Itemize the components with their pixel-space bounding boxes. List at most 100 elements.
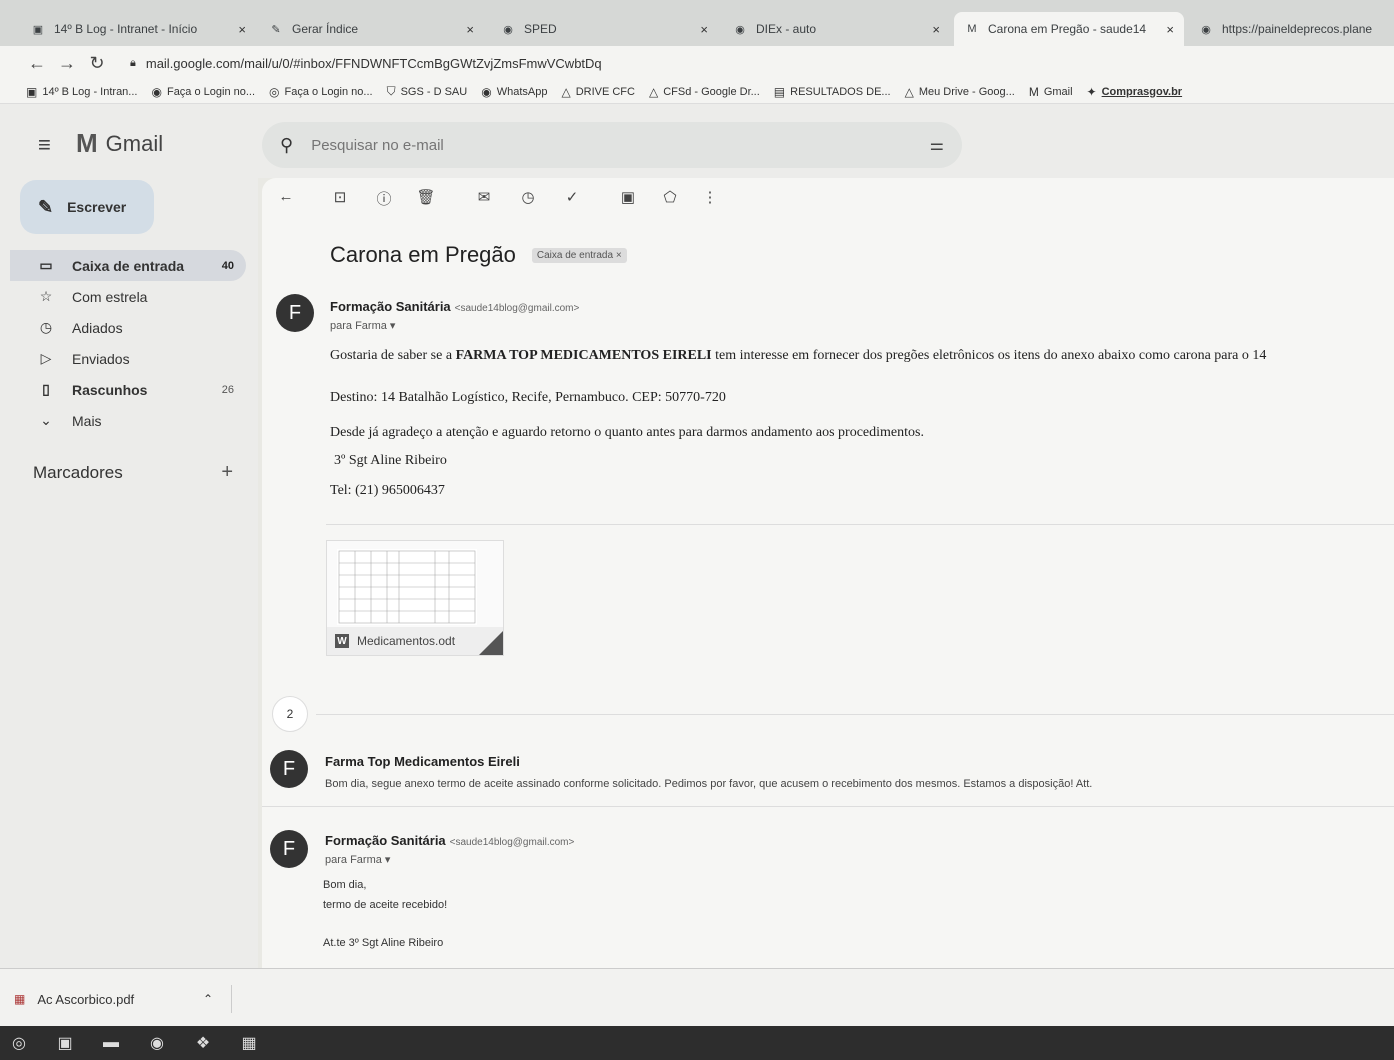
search-options-icon[interactable]: ⚌	[930, 135, 944, 155]
report-spam-icon[interactable]: ⓘ	[374, 188, 394, 209]
gmail-m-icon: M	[76, 128, 98, 158]
bookmark-meu-drive[interactable]: △ Meu Drive - Goog...	[905, 85, 1015, 99]
tab-painel-de-precos[interactable]: ◉ https://paineldeprecos.plane	[1188, 12, 1394, 46]
star-icon: ☆	[39, 288, 53, 304]
bookmark-comprasgov[interactable]: ✦ Comprasgov.br	[1087, 85, 1183, 99]
chevron-up-icon[interactable]: ⌃	[203, 992, 213, 1006]
search-input[interactable]	[311, 136, 872, 154]
attachment-preview-thumbnail	[337, 549, 477, 625]
add-task-icon[interactable]: ✓	[562, 188, 582, 206]
back-to-inbox-icon[interactable]: ←	[276, 188, 296, 205]
attachment-divider	[326, 524, 1394, 525]
download-item[interactable]: ▦ Ac Ascorbico.pdf ⌃	[14, 985, 232, 1013]
delete-icon[interactable]: 🗑︎	[416, 188, 436, 206]
sender-name[interactable]: Formação Sanitária <saude14blog@gmail.com…	[325, 833, 574, 848]
tab-close-icon[interactable]: ×	[466, 22, 474, 37]
app-icon[interactable]: ❖	[190, 1031, 216, 1055]
bookmark-drive-cfc[interactable]: △ DRIVE CFC	[561, 85, 635, 99]
tab-diex[interactable]: ◉ DIEx - auto ×	[722, 12, 950, 46]
attachment-card[interactable]: W Medicamentos.odt	[326, 540, 504, 656]
globe-icon: ◉	[151, 84, 162, 99]
message-paragraph: Gostaria de saber se a FARMA TOP MEDICAM…	[330, 348, 1267, 363]
message-toolbar: ← ⊡ ⓘ 🗑︎ ✉ ◷ ✓ ▣ ⬠ ⋮	[262, 188, 1394, 212]
message-line: Bom dia,	[323, 879, 367, 891]
tab-intranet[interactable]: ▣ 14º B Log - Intranet - Início ×	[20, 12, 256, 46]
terminal-icon[interactable]: ▣	[52, 1031, 78, 1055]
bookmark-sgs[interactable]: ⛉ SGS - D SAU	[387, 84, 468, 99]
word-document-icon: W	[335, 634, 349, 648]
more-options-icon[interactable]: ⋮	[700, 188, 720, 206]
search-icon[interactable]: ⚲	[280, 135, 293, 156]
sidebar-item-sent[interactable]: ▷ Enviados	[10, 343, 246, 374]
reload-icon[interactable]: ↻	[82, 53, 112, 74]
message-snippet[interactable]: Bom dia, segue anexo termo de aceite ass…	[325, 778, 1092, 790]
inbox-icon: ▭	[39, 257, 53, 273]
bookmark-cfsd[interactable]: △ CFSd - Google Dr...	[649, 85, 760, 99]
forward-arrow-icon[interactable]: →	[52, 53, 82, 74]
drafts-count: 26	[221, 383, 234, 396]
clock-icon: ◷	[39, 319, 53, 335]
document-icon: ▤	[773, 84, 786, 99]
bookmark-intranet[interactable]: ▣ 14º B Log - Intran...	[26, 85, 137, 99]
sender-avatar: F	[270, 830, 308, 868]
snooze-icon[interactable]: ◷	[518, 188, 538, 206]
bookmarks-bar: ▣ 14º B Log - Intran... ◉ Faça o Login no.…	[0, 80, 1394, 104]
sender-name[interactable]: Farma Top Medicamentos Eireli	[325, 754, 520, 769]
sidebar-item-more[interactable]: ⌄ Mais	[10, 405, 246, 436]
tab-close-icon[interactable]: ×	[238, 22, 246, 37]
back-arrow-icon[interactable]: ←	[22, 53, 52, 74]
recipient-dropdown[interactable]: para Farma ▾	[325, 853, 390, 866]
bookmark-gmail[interactable]: M Gmail	[1029, 85, 1073, 99]
tab-gerar-indice[interactable]: ✎ Gerar Índice ×	[258, 12, 484, 46]
message-signature: At.te 3º Sgt Aline Ribeiro	[323, 937, 444, 949]
move-to-icon[interactable]: ▣	[618, 188, 638, 206]
globe-favicon-icon: ◉	[1201, 23, 1211, 36]
sidebar-item-drafts[interactable]: ▯ Rascunhos 26	[10, 374, 246, 405]
sidebar: ✎ Escrever ▭ Caixa de entrada 40 ☆ Com e…	[0, 178, 258, 968]
tab-close-icon[interactable]: ×	[700, 22, 708, 37]
recipient-dropdown[interactable]: para Farma ▾	[330, 319, 395, 332]
start-menu-icon[interactable]: ◎	[6, 1031, 32, 1055]
sidebar-item-inbox[interactable]: ▭ Caixa de entrada 40	[10, 250, 246, 281]
collapsed-divider	[316, 714, 1394, 715]
pencil-icon: ✎	[38, 196, 54, 217]
folder-icon[interactable]: ▬	[98, 1031, 124, 1055]
sender-name[interactable]: Formação Sanitária <saude14blog@gmail.com…	[330, 299, 579, 314]
sidebar-item-snoozed[interactable]: ◷ Adiados	[10, 312, 246, 343]
bookmark-resultados[interactable]: ▤ RESULTADOS DE...	[774, 85, 891, 99]
bookmark-favicon-icon: ▣	[26, 84, 38, 99]
draft-icon: ▯	[42, 381, 50, 397]
message-signature: 3º Sgt Aline Ribeiro	[334, 453, 447, 468]
compose-button[interactable]: ✎ Escrever	[20, 180, 154, 234]
gmail-logo[interactable]: M Gmail	[76, 128, 163, 159]
attachment-name-bar: W Medicamentos.odt	[327, 627, 503, 655]
drive-icon: △	[648, 84, 659, 99]
message-phone: Tel: (21) 965006437	[330, 483, 445, 498]
thread-subject: Carona em Pregão Caixa de entrada ×	[330, 242, 627, 268]
globe-icon: ◉	[481, 84, 492, 99]
bookmark-login-2[interactable]: ◎ Faça o Login no...	[269, 85, 373, 99]
bookmark-login-1[interactable]: ◉ Faça o Login no...	[151, 85, 255, 99]
bookmark-whatsapp[interactable]: ◉ WhatsApp	[481, 85, 547, 99]
address-bar: ← → ↻ 🔒︎ mail.google.com/mail/u/0/#inbox…	[0, 46, 1394, 80]
tab-close-icon[interactable]: ×	[932, 22, 940, 37]
url-field[interactable]: 🔒︎ mail.google.com/mail/u/0/#inbox/FFNDW…	[130, 56, 602, 71]
tab-sped[interactable]: ◉ SPED ×	[490, 12, 718, 46]
collapsed-messages-count[interactable]: 2	[272, 696, 308, 732]
calculator-icon[interactable]: ▦	[236, 1031, 262, 1055]
drive-icon: △	[904, 84, 914, 99]
browser-icon[interactable]: ◉	[144, 1031, 170, 1055]
label-icon[interactable]: ⬠	[660, 188, 680, 206]
hamburger-menu-icon[interactable]: ≡	[38, 132, 51, 158]
tab-close-icon[interactable]: ×	[1166, 22, 1174, 37]
sidebar-item-starred[interactable]: ☆ Com estrela	[10, 281, 246, 312]
archive-icon[interactable]: ⊡	[330, 188, 350, 206]
mark-unread-icon[interactable]: ✉	[474, 188, 494, 206]
intranet-favicon-icon: ▣	[32, 23, 44, 36]
message-paragraph: Destino: 14 Batalhão Logístico, Recife, …	[330, 390, 726, 405]
drive-icon: △	[561, 84, 571, 99]
inbox-label-chip[interactable]: Caixa de entrada ×	[531, 247, 627, 263]
add-label-icon[interactable]: +	[221, 461, 233, 484]
send-icon: ▷	[40, 350, 52, 366]
tab-carona-em-pregao[interactable]: M Carona em Pregão - saude14 ×	[954, 12, 1184, 46]
